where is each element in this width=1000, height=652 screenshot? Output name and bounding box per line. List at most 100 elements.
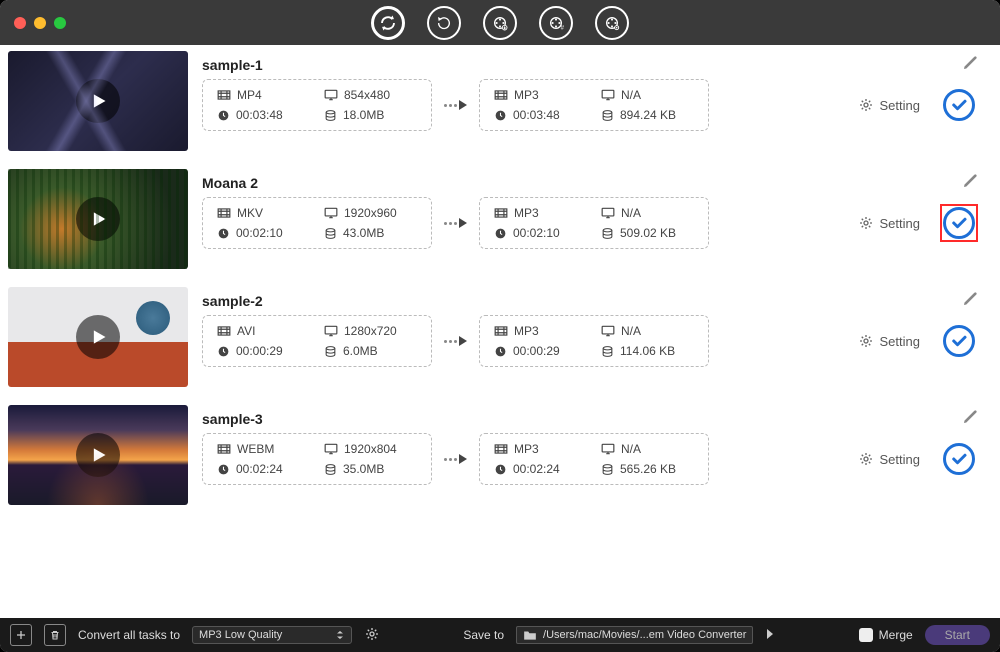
task-checkbox[interactable] — [940, 440, 978, 478]
setting-label: Setting — [880, 452, 920, 467]
video-thumbnail[interactable] — [8, 169, 188, 269]
window-minimize-button[interactable] — [34, 17, 46, 29]
size-value: 6.0MB — [343, 344, 378, 358]
start-button[interactable]: Start — [925, 625, 990, 645]
size-cell: 35.0MB — [324, 462, 417, 476]
merge-toggle[interactable]: Merge — [859, 628, 913, 642]
play-button[interactable] — [76, 315, 120, 359]
add-file-button[interactable] — [10, 624, 32, 646]
play-icon — [88, 327, 108, 347]
merge-checkbox[interactable] — [859, 628, 873, 642]
setting-label: Setting — [880, 98, 920, 113]
size-cell: 509.02 KB — [601, 226, 694, 240]
size-cell: 43.0MB — [324, 226, 417, 240]
setting-button[interactable]: Setting — [858, 97, 920, 113]
trash-icon — [49, 629, 61, 641]
reel-edit-button[interactable]: # — [539, 6, 573, 40]
check-icon — [943, 207, 975, 239]
edit-title-button[interactable] — [962, 409, 978, 430]
duration-value: 00:02:10 — [236, 226, 283, 240]
format-cell: MP3 — [494, 442, 587, 456]
size-value: 894.24 KB — [620, 108, 676, 122]
arrow-icon — [444, 218, 467, 228]
conversion-info: WEBM 1920x804 00:02:24 35.0MB MP3 N/A 00… — [202, 433, 978, 485]
duration-cell: 00:02:24 — [494, 462, 587, 476]
convert-mode-button[interactable] — [371, 6, 405, 40]
format-cell: MP4 — [217, 88, 310, 102]
convert-settings-button[interactable] — [364, 626, 380, 645]
row-actions: Setting — [858, 440, 978, 478]
task-meta: sample-2 AVI 1280x720 00:00:29 6.0MB MP3… — [188, 287, 992, 387]
app-window: # sample-1 MP4 854x480 00:03:48 18.0MB — [0, 0, 1000, 652]
dst-info-card: MP3 N/A 00:02:10 509.02 KB — [479, 197, 709, 249]
task-row: sample-2 AVI 1280x720 00:00:29 6.0MB MP3… — [0, 281, 1000, 399]
plus-icon — [15, 629, 27, 641]
reel-download-button[interactable] — [483, 6, 517, 40]
format-value: MP3 — [514, 324, 539, 338]
edit-title-button[interactable] — [962, 173, 978, 194]
video-thumbnail[interactable] — [8, 287, 188, 387]
conversion-info: MKV 1920x960 00:02:10 43.0MB MP3 N/A 00:… — [202, 197, 978, 249]
setting-button[interactable]: Setting — [858, 333, 920, 349]
resolution-value: 1920x804 — [344, 442, 397, 456]
refresh-mode-button[interactable] — [427, 6, 461, 40]
setting-button[interactable]: Setting — [858, 451, 920, 467]
sync-icon — [379, 14, 397, 32]
reel-record-button[interactable] — [595, 6, 629, 40]
window-close-button[interactable] — [14, 17, 26, 29]
format-cell: MP3 — [494, 88, 587, 102]
arrow-icon — [444, 336, 467, 346]
play-button[interactable] — [76, 79, 120, 123]
size-cell: 6.0MB — [324, 344, 417, 358]
conversion-info: MP4 854x480 00:03:48 18.0MB MP3 N/A 00:0… — [202, 79, 978, 131]
task-checkbox[interactable] — [940, 204, 978, 242]
title-row: sample-2 — [202, 287, 978, 315]
resolution-cell: N/A — [601, 206, 694, 220]
duration-cell: 00:02:24 — [217, 462, 310, 476]
resolution-cell: N/A — [601, 88, 694, 102]
open-folder-button[interactable] — [765, 628, 775, 643]
dst-info-card: MP3 N/A 00:03:48 894.24 KB — [479, 79, 709, 131]
resolution-cell: 1280x720 — [324, 324, 417, 338]
task-meta: Moana 2 MKV 1920x960 00:02:10 43.0MB MP3… — [188, 169, 992, 269]
format-cell: AVI — [217, 324, 310, 338]
video-title: sample-3 — [202, 411, 263, 427]
duration-cell: 00:03:48 — [217, 108, 310, 122]
resolution-value: 854x480 — [344, 88, 390, 102]
merge-label: Merge — [879, 628, 913, 642]
play-button[interactable] — [76, 197, 120, 241]
duration-value: 00:03:48 — [236, 108, 283, 122]
duration-value: 00:02:24 — [513, 462, 560, 476]
src-info-card: MKV 1920x960 00:02:10 43.0MB — [202, 197, 432, 249]
format-cell: MP3 — [494, 206, 587, 220]
task-row: sample-3 WEBM 1920x804 00:02:24 35.0MB M… — [0, 399, 1000, 517]
toolbar: # — [371, 6, 629, 40]
resolution-value: 1280x720 — [344, 324, 397, 338]
duration-cell: 00:02:10 — [217, 226, 310, 240]
setting-button[interactable]: Setting — [858, 215, 920, 231]
format-value: WEBM — [237, 442, 274, 456]
setting-label: Setting — [880, 216, 920, 231]
title-row: sample-1 — [202, 51, 978, 79]
task-checkbox[interactable] — [940, 86, 978, 124]
video-thumbnail[interactable] — [8, 405, 188, 505]
size-cell: 565.26 KB — [601, 462, 694, 476]
save-to-path-box[interactable]: /Users/mac/Movies/...em Video Converter — [516, 626, 753, 644]
format-value: AVI — [237, 324, 255, 338]
video-thumbnail[interactable] — [8, 51, 188, 151]
start-button-label: Start — [945, 628, 970, 642]
task-checkbox[interactable] — [940, 322, 978, 360]
resolution-value: N/A — [621, 442, 641, 456]
format-value: MP3 — [514, 206, 539, 220]
edit-title-button[interactable] — [962, 291, 978, 312]
play-button[interactable] — [76, 433, 120, 477]
window-maximize-button[interactable] — [54, 17, 66, 29]
size-value: 43.0MB — [343, 226, 384, 240]
delete-button[interactable] — [44, 624, 66, 646]
resolution-value: N/A — [621, 324, 641, 338]
convert-format-value: MP3 Low Quality — [199, 629, 282, 641]
duration-value: 00:02:10 — [513, 226, 560, 240]
edit-title-button[interactable] — [962, 55, 978, 76]
convert-format-dropdown[interactable]: MP3 Low Quality — [192, 626, 352, 644]
reel-download-icon — [492, 15, 508, 31]
